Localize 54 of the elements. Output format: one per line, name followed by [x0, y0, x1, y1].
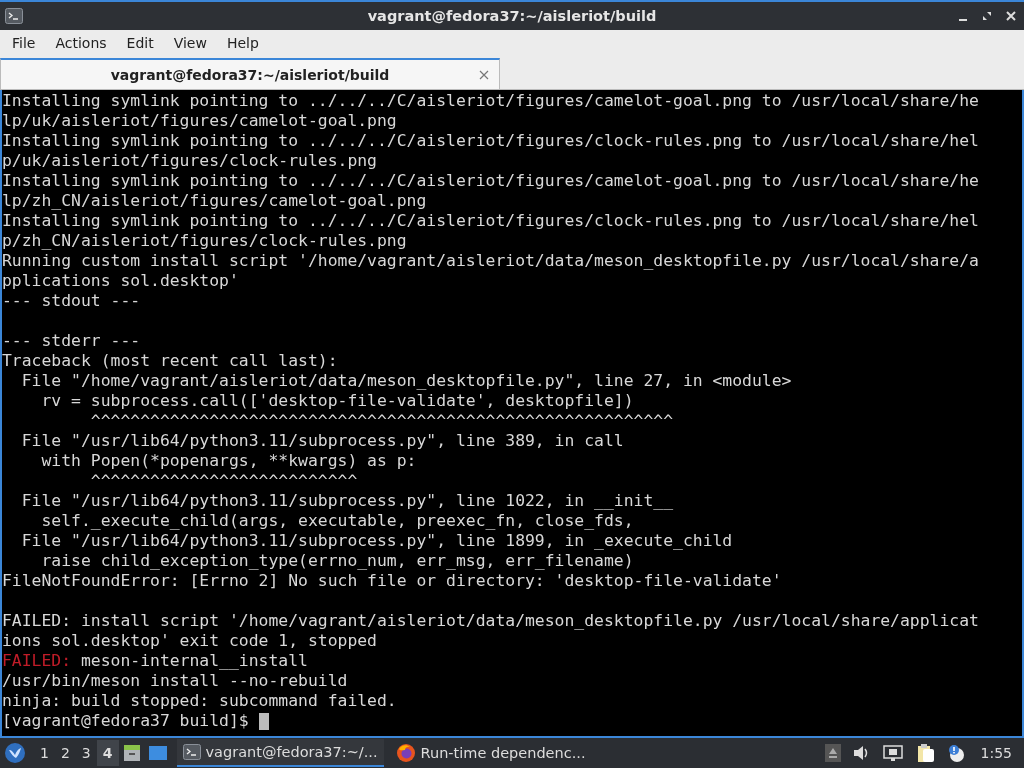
- terminal-icon: [182, 744, 201, 760]
- terminal-line: Installing symlink pointing to ../../../C/aisleriot/figures/camelot-goal.png to /usr/local/share/he: [2, 171, 979, 191]
- menu-item[interactable]: Actions: [45, 35, 117, 51]
- start-menu-icon[interactable]: [4, 742, 26, 764]
- terminal-line: p/uk/aisleriot/figures/clock-rules.png: [2, 151, 377, 171]
- file-cabinet-icon[interactable]: [121, 743, 142, 763]
- terminal-line: Traceback (most recent call last):: [2, 351, 338, 371]
- maximize-icon[interactable]: [982, 11, 992, 21]
- eject-icon[interactable]: [824, 744, 841, 762]
- notification-icon[interactable]: [946, 743, 967, 763]
- terminal-line: ninja: build stopped: subcommand failed.: [2, 691, 397, 711]
- terminal-line: FileNotFoundError: [Errno 2] No such file or directory: 'desktop-file-validate': [2, 571, 782, 591]
- terminal-line: ^^^^^^^^^^^^^^^^^^^^^^^^^^^: [89, 471, 358, 491]
- menu-item[interactable]: File: [2, 35, 46, 51]
- network-icon[interactable]: [882, 745, 903, 761]
- clock[interactable]: 1:55: [980, 745, 1012, 761]
- menu-item[interactable]: View: [163, 35, 217, 51]
- workspace-button[interactable]: 1: [34, 740, 55, 766]
- terminal-line: with Popen(*popenargs, **kwargs) as p:: [40, 451, 417, 471]
- terminal-line: lp/zh_CN/aisleriot/figures/camelot-goal.png: [2, 191, 427, 211]
- terminal-line: File "/usr/lib64/python3.11/subprocess.py", line 1899, in _execute_child: [20, 531, 733, 551]
- browser-icon: [395, 743, 416, 763]
- terminal-line: --- stdout ---: [2, 291, 141, 311]
- menu-item[interactable]: Help: [216, 35, 269, 51]
- terminal-line: ions sol.desktop' exit code 1, stopped: [2, 631, 377, 651]
- task-button[interactable]: vagrant@fedora37:~/...: [176, 739, 384, 767]
- menu-item[interactable]: Edit: [116, 35, 164, 51]
- terminal-line: File "/usr/lib64/python3.11/subprocess.py", line 389, in call: [20, 431, 624, 451]
- terminal-line: rv = subprocess.call(['desktop-file-validate', desktopfile]): [40, 391, 634, 411]
- workspace-button[interactable]: 2: [54, 740, 76, 766]
- terminal-line: raise child_exception_type(errno_num, err_msg, err_filename): [40, 551, 634, 571]
- terminal-line: ^^^^^^^^^^^^^^^^^^^^^^^^^^^^^^^^^^^^^^^^^^^^^^^^^^^^^^^^^^^: [89, 411, 674, 431]
- terminal-line: Running custom install script '/home/vagrant/aisleriot/data/meson_desktopfile.py /usr/local/share/a: [2, 251, 979, 271]
- terminal-line: FAILED: install script '/home/vagrant/aisleriot/data/meson_desktopfile.py /usr/local/share/applicat: [2, 611, 979, 631]
- terminal-line: Installing symlink pointing to ../../../C/aisleriot/figures/clock-rules.png to /usr/local/share/hel: [2, 211, 979, 231]
- terminal-line: File "/home/vagrant/aisleriot/data/meson_desktopfile.py", line 27, in <module>: [20, 371, 792, 391]
- task-button[interactable]: Run-time dependenc...: [389, 739, 592, 767]
- terminal-line: FAILED: meson-internal__install: [2, 651, 308, 671]
- window-icon[interactable]: [147, 743, 168, 763]
- workspace-button[interactable]: 4: [96, 740, 119, 766]
- shell-prompt: [vagrant@fedora37 build]$: [2, 711, 250, 731]
- terminal-line: /usr/bin/meson install --no-rebuild: [2, 671, 348, 691]
- terminal-icon: [5, 8, 23, 24]
- workspace-button[interactable]: 3: [75, 740, 97, 766]
- terminal-line: --- stderr ---: [2, 331, 141, 351]
- terminal-line: Installing symlink pointing to ../../../C/aisleriot/figures/camelot-goal.png to /usr/local/share/he: [2, 91, 979, 111]
- terminal-line: p/zh_CN/aisleriot/figures/clock-rules.png: [2, 231, 407, 251]
- window-title: vagrant@fedora37:~/aisleriot/build: [367, 8, 657, 24]
- terminal-line: pplications sol.desktop': [2, 271, 239, 291]
- terminal-line: File "/usr/lib64/python3.11/subprocess.py", line 1022, in __init__: [20, 491, 674, 511]
- terminal-line: self._execute_child(args, executable, preexec_fn, close_fds,: [40, 511, 634, 531]
- terminal-line: Installing symlink pointing to ../../../C/aisleriot/figures/clock-rules.png to /usr/local/share/hel: [2, 131, 979, 151]
- terminal-tab[interactable]: vagrant@fedora37:~/aisleriot/build: [0, 58, 500, 89]
- terminal-line: lp/uk/aisleriot/figures/camelot-goal.png: [2, 111, 397, 131]
